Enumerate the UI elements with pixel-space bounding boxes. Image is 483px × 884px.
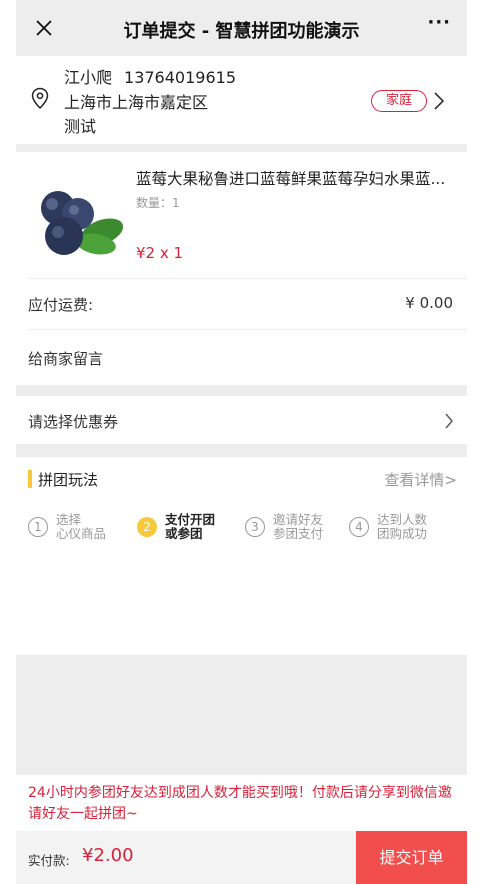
page-title: 订单提交 - 智慧拼团功能演示 xyxy=(123,21,360,42)
submit-order-button[interactable]: 提交订单 xyxy=(356,831,467,884)
section-divider xyxy=(16,444,467,457)
checkout-bar: 实付款: ¥2.00 提交订单 xyxy=(16,831,467,884)
group-section-title: 拼团玩法 xyxy=(38,471,99,489)
product-card: 蓝莓大果秘鲁进口蓝莓鲜果蓝莓孕妇水果蓝... 数量：1 ¥2 x 1 xyxy=(16,152,467,278)
address-tag-badge: 家庭 xyxy=(371,90,427,112)
address-card[interactable]: 江小爬 13764019615 上海市上海市嘉定区 测试 家庭 xyxy=(16,56,467,144)
shipping-label: 应付运费: xyxy=(28,296,94,314)
step-label-line: 支付开团 xyxy=(165,512,216,527)
shipping-row: 应付运费: ¥ 0.00 xyxy=(16,279,467,329)
step-label: 邀请好友 参团支付 xyxy=(273,513,323,541)
step-label-line: 或参团 xyxy=(165,526,203,541)
step-label: 选择 心仪商品 xyxy=(56,513,106,541)
address-detail: 测试 xyxy=(64,117,97,136)
message-label: 给商家留言 xyxy=(28,350,104,368)
pay-label: 实付款: xyxy=(28,853,70,868)
section-divider xyxy=(16,385,467,396)
section-marker xyxy=(28,470,32,488)
step-number: 1 xyxy=(28,517,48,537)
location-pin-icon xyxy=(31,87,49,110)
coupon-label: 请选择优惠券 xyxy=(28,413,119,431)
step-label: 达到人数 团购成功 xyxy=(377,513,427,541)
section-divider xyxy=(16,144,467,152)
shipping-value: ¥ 0.00 xyxy=(405,294,453,312)
more-menu-button[interactable]: ··· xyxy=(427,12,451,33)
empty-area xyxy=(16,655,467,775)
step-number: 4 xyxy=(349,517,369,537)
product-quantity: 数量：1 xyxy=(136,196,180,210)
step-label-line: 达到人数 xyxy=(377,512,428,527)
step-label-line: 选择 xyxy=(56,512,82,527)
step-label-line: 心仪商品 xyxy=(56,526,107,541)
product-image xyxy=(41,191,124,255)
chevron-right-icon[interactable] xyxy=(432,90,446,112)
product-price: ¥2 x 1 xyxy=(136,244,184,262)
group-detail-link[interactable]: 查看详情> xyxy=(384,469,457,490)
group-notice: 24小时内参团好友达到成团人数才能买到哦！付款后请分享到微信邀请好友一起拼团~ xyxy=(28,785,452,822)
address-contact: 江小爬 13764019615 xyxy=(64,64,236,88)
step-label-line: 团购成功 xyxy=(377,526,428,541)
nav-bar: 订单提交 - 智慧拼团功能演示 ··· xyxy=(16,0,467,56)
step-label-line: 参团支付 xyxy=(273,526,324,541)
step-number: 3 xyxy=(245,517,265,537)
step-label-line: 邀请好友 xyxy=(273,512,324,527)
coupon-row[interactable]: 请选择优惠券 xyxy=(16,396,467,444)
message-row[interactable]: 给商家留言 xyxy=(16,330,467,385)
step-label-active: 支付开团 或参团 xyxy=(165,513,215,541)
address-region: 上海市上海市嘉定区 xyxy=(64,93,209,112)
receiver-name: 江小爬 xyxy=(64,68,113,87)
pay-amount: ¥2.00 xyxy=(82,845,134,866)
chevron-right-icon xyxy=(445,413,453,429)
product-title: 蓝莓大果秘鲁进口蓝莓鲜果蓝莓孕妇水果蓝... xyxy=(136,170,446,188)
receiver-phone: 13764019615 xyxy=(124,68,236,87)
step-number-active: 2 xyxy=(137,517,157,537)
